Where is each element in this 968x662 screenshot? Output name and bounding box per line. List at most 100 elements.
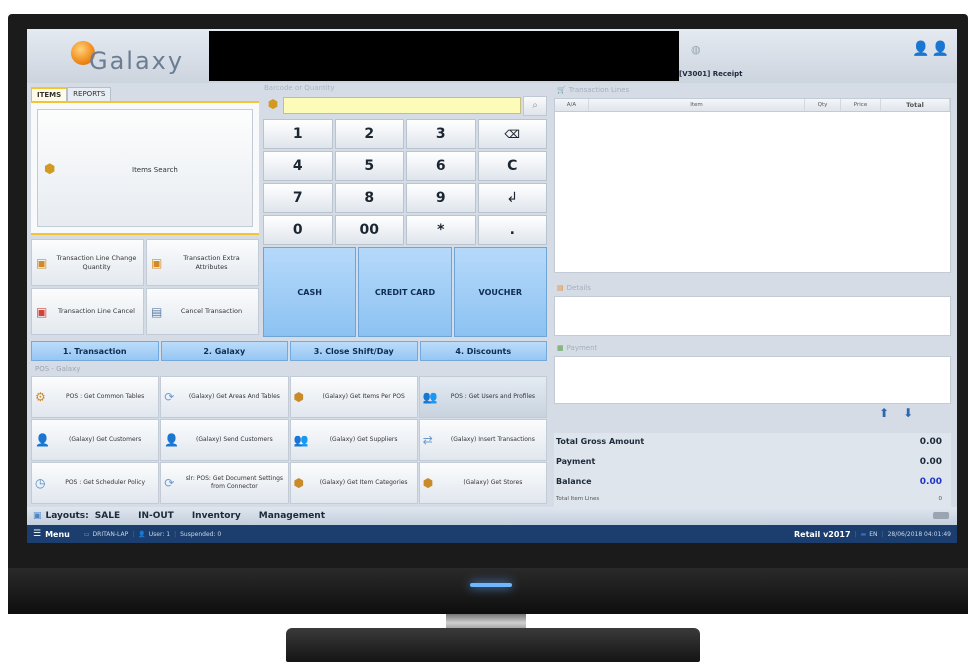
separator: | bbox=[174, 530, 177, 538]
pos-function-grid: ⚙ POS : Get Common Tables ⟳ (Galaxy) Get A… bbox=[31, 376, 547, 504]
logo-text: Galaxy bbox=[89, 47, 185, 75]
action-label: Transaction Line Cancel bbox=[58, 307, 135, 316]
insert-icon: ⇄ bbox=[422, 433, 433, 447]
box-cancel-icon: ▣ bbox=[36, 304, 48, 319]
credit-card-button[interactable]: CREDIT CARD bbox=[358, 247, 452, 337]
cart-icon: 🛒 bbox=[557, 86, 566, 94]
arrow-up-icon[interactable]: ⬆ bbox=[879, 406, 903, 420]
suspended-status: Suspended: 0 bbox=[180, 530, 222, 538]
user-inactive-icon[interactable]: 👤 bbox=[932, 41, 949, 57]
enter-key[interactable]: ↲ bbox=[477, 183, 547, 213]
tables-icon: ⚙ bbox=[35, 390, 46, 404]
tab-close-shift[interactable]: 3. Close Shift/Day bbox=[290, 341, 418, 361]
line-change-quantity-button[interactable]: ▣ Transaction Line Change Quantity bbox=[31, 239, 144, 286]
tab-transaction[interactable]: 1. Transaction bbox=[31, 341, 159, 361]
pos-button[interactable]: ⟳ slr: POS: Get Document Settings from Co… bbox=[160, 462, 289, 504]
globe-icon[interactable]: ◍ bbox=[691, 43, 701, 56]
power-led bbox=[470, 583, 512, 587]
col-item: Item bbox=[589, 99, 805, 111]
redacted-banner bbox=[209, 31, 679, 81]
search-product-button[interactable]: ⌕ bbox=[523, 96, 547, 116]
pos-button[interactable]: ⚙ POS : Get Common Tables bbox=[31, 376, 160, 418]
key-asterisk[interactable]: * bbox=[406, 215, 476, 245]
clear-key[interactable]: C bbox=[477, 151, 547, 181]
item-lines-row: Total Item Lines 0 bbox=[556, 496, 942, 502]
key-5[interactable]: 5 bbox=[334, 151, 404, 181]
transaction-actions: ▣ Transaction Line Change Quantity ▣ Tra… bbox=[31, 239, 259, 335]
voucher-button[interactable]: VOUCHER bbox=[453, 247, 547, 337]
extra-attributes-button[interactable]: ▣ Transaction Extra Attributes bbox=[146, 239, 259, 286]
pos-button-label: (Galaxy) Insert Transactions bbox=[450, 436, 535, 444]
scheduler-icon: ◷ bbox=[35, 476, 46, 490]
gross-amount-label: Total Gross Amount bbox=[556, 437, 645, 446]
details-icon: ▤ bbox=[557, 284, 564, 292]
col-total: Total bbox=[881, 99, 950, 111]
barcode-input[interactable] bbox=[283, 97, 521, 114]
key-8[interactable]: 8 bbox=[334, 183, 404, 213]
cancel-transaction-button[interactable]: ▤ Cancel Transaction bbox=[146, 288, 259, 335]
layouts-label: Layouts: bbox=[45, 511, 89, 521]
pos-button-label: (Galaxy) Get Suppliers bbox=[329, 436, 398, 444]
transaction-lines-table[interactable]: A/A Item Qty Price Total bbox=[554, 98, 951, 273]
pos-button[interactable]: 👤 (Galaxy) Get Customers bbox=[31, 419, 160, 461]
pos-button[interactable]: ⇄ (Galaxy) Insert Transactions bbox=[418, 419, 547, 461]
tab-galaxy[interactable]: 2. Galaxy bbox=[160, 341, 288, 361]
line-cancel-button[interactable]: ▣ Transaction Line Cancel bbox=[31, 288, 144, 335]
layout-icon: ▣ bbox=[33, 511, 42, 521]
pos-button[interactable]: ⬢ (Galaxy) Get Items Per POS bbox=[289, 376, 418, 418]
pos-button-label: (Galaxy) Get Item Categories bbox=[319, 479, 408, 487]
categories-icon: ⬢ bbox=[293, 476, 304, 490]
monitor-stand-base bbox=[286, 628, 700, 662]
key-6[interactable]: 6 bbox=[406, 151, 476, 181]
payment-row: Payment 0.00 bbox=[556, 457, 942, 467]
payment-panel bbox=[554, 356, 951, 404]
balance-row: Balance 0.00 bbox=[556, 477, 942, 487]
menu-icon[interactable]: ☰ bbox=[33, 529, 41, 539]
pos-button[interactable]: 👥 (Galaxy) Get Suppliers bbox=[289, 419, 418, 461]
layout-sale[interactable]: SALE bbox=[95, 511, 120, 521]
key-9[interactable]: 9 bbox=[406, 183, 476, 213]
transaction-lines-header: A/A Item Qty Price Total bbox=[555, 99, 950, 112]
items-search-button[interactable]: ⬢ Items Search bbox=[37, 109, 253, 227]
transaction-lines-label: 🛒 Transaction Lines bbox=[557, 86, 629, 94]
barcode-row: ⬢ ⌕ bbox=[263, 96, 547, 116]
left-tabs: ITEMS REPORTS bbox=[31, 87, 112, 101]
layout-management[interactable]: Management bbox=[259, 511, 325, 521]
key-0[interactable]: 0 bbox=[263, 215, 333, 245]
key-7[interactable]: 7 bbox=[263, 183, 333, 213]
backspace-key[interactable]: ⌫ bbox=[477, 119, 547, 149]
user-status-icon: 👤 bbox=[138, 530, 146, 538]
key-4[interactable]: 4 bbox=[263, 151, 333, 181]
layout-in-out[interactable]: IN-OUT bbox=[138, 511, 174, 521]
transaction-lines-title: Transaction Lines bbox=[568, 86, 630, 94]
arrow-down-icon[interactable]: ⬇ bbox=[903, 406, 927, 420]
pos-button[interactable]: 👥 POS : Get Users and Profiles bbox=[418, 376, 547, 418]
pos-button[interactable]: ⬢ (Galaxy) Get Item Categories bbox=[289, 462, 418, 504]
key-00[interactable]: 00 bbox=[334, 215, 404, 245]
pos-button-label: POS : Get Scheduler Policy bbox=[65, 479, 146, 487]
pos-button[interactable]: ◷ POS : Get Scheduler Policy bbox=[31, 462, 160, 504]
cash-button[interactable]: CASH bbox=[263, 247, 357, 337]
pos-button[interactable]: ⟳ (Galaxy) Get Areas And Tables bbox=[160, 376, 289, 418]
gross-amount-row: Total Gross Amount 0.00 bbox=[556, 437, 942, 447]
pos-button[interactable]: ⬢ (Galaxy) Get Stores bbox=[418, 462, 547, 504]
key-1[interactable]: 1 bbox=[263, 119, 333, 149]
pos-button[interactable]: 👤 (Galaxy) Send Customers bbox=[160, 419, 289, 461]
layout-inventory[interactable]: Inventory bbox=[192, 511, 241, 521]
pos-button-label: (Galaxy) Get Items Per POS bbox=[322, 393, 405, 401]
tab-reports[interactable]: REPORTS bbox=[67, 87, 112, 101]
separator: | bbox=[881, 530, 884, 538]
user-icon[interactable]: 👤 bbox=[912, 41, 929, 57]
payment-title: Payment bbox=[566, 344, 598, 352]
language[interactable]: EN bbox=[869, 531, 877, 538]
tab-discounts[interactable]: 4. Discounts bbox=[419, 341, 547, 361]
tab-items[interactable]: ITEMS bbox=[31, 87, 68, 101]
key-3[interactable]: 3 bbox=[406, 119, 476, 149]
key-decimal[interactable]: . bbox=[477, 215, 547, 245]
balance-value: 0.00 bbox=[919, 477, 942, 487]
action-label: Cancel Transaction bbox=[180, 307, 243, 316]
key-2[interactable]: 2 bbox=[334, 119, 404, 149]
payment-icon: ▦ bbox=[557, 344, 564, 352]
menu-button[interactable]: Menu bbox=[45, 530, 70, 539]
minimize-handle[interactable] bbox=[933, 512, 949, 519]
